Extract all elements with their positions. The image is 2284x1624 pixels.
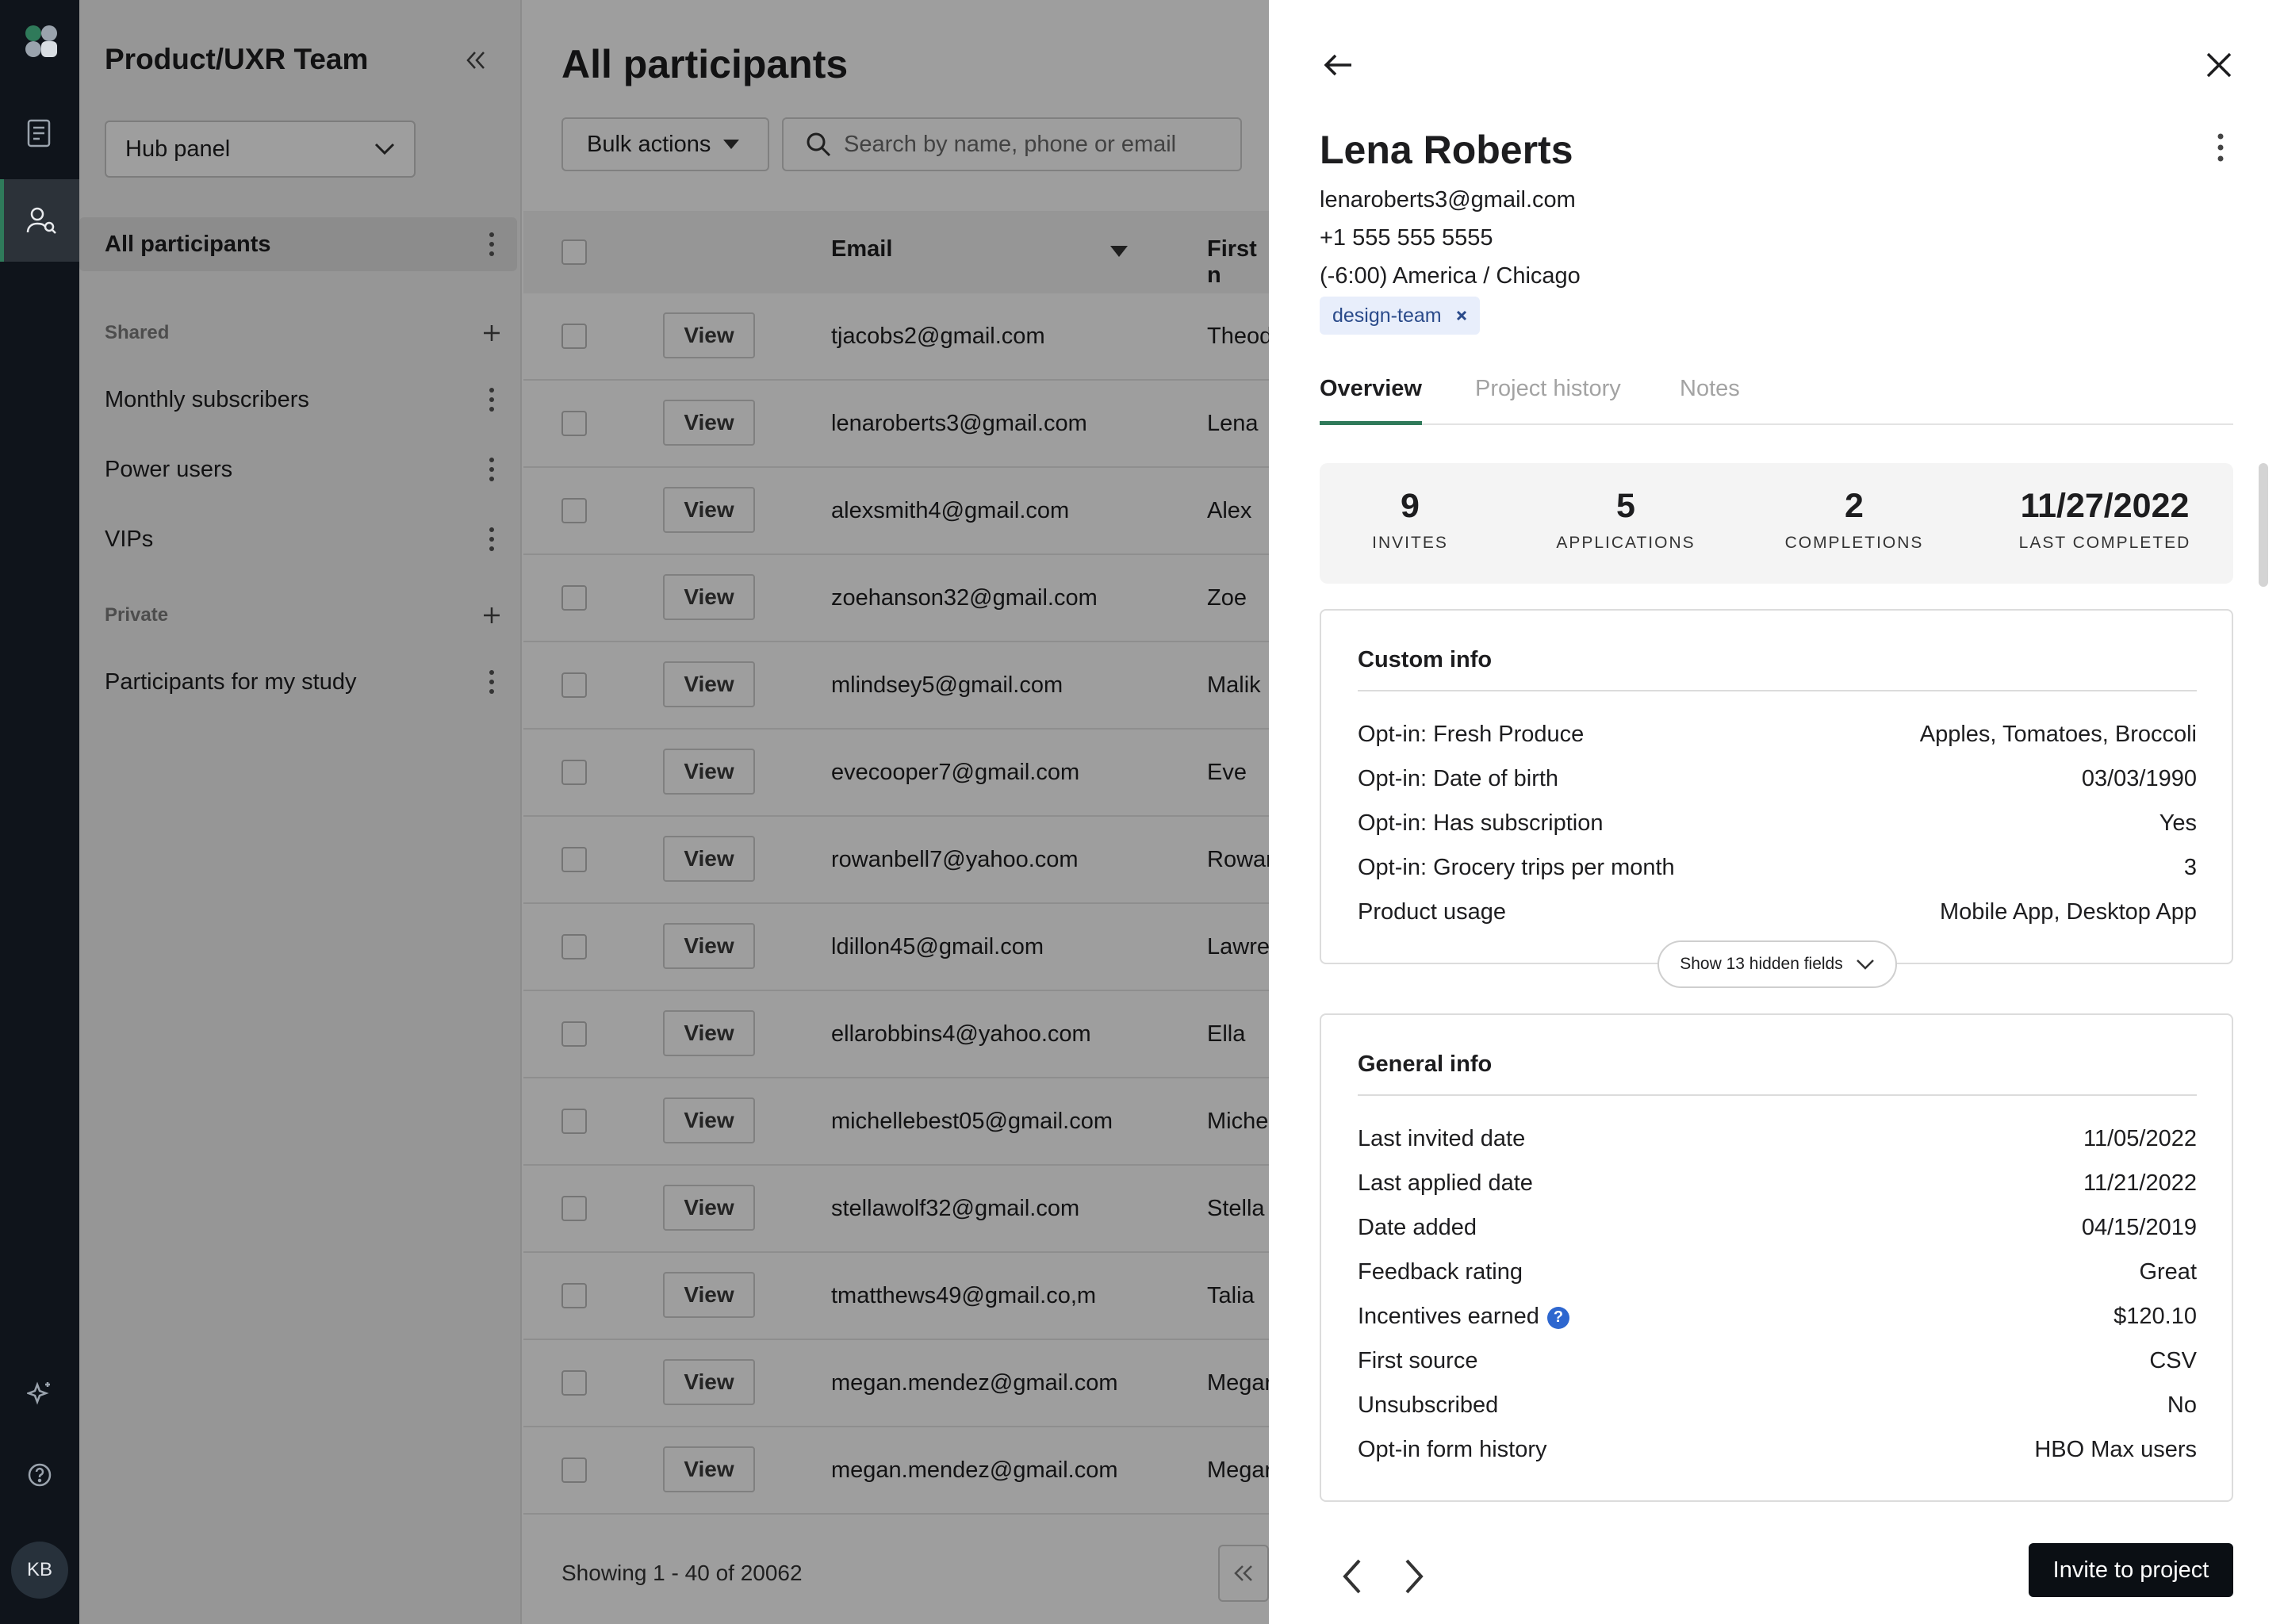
drawer-tabs: Overview Project history Notes (1320, 376, 2233, 425)
stat-applications: 5 APPLICATIONS (1539, 487, 1713, 553)
stat-last-completed: 11/27/2022 LAST COMPLETED (2002, 487, 2208, 553)
tab-project-history[interactable]: Project history (1475, 376, 1621, 425)
field-value: 3 (2183, 855, 2197, 880)
participants-search-icon (26, 207, 56, 234)
tag-label: design-team (1332, 304, 1442, 327)
field-value: HBO Max users (2034, 1437, 2197, 1462)
stat-label: APPLICATIONS (1556, 534, 1696, 552)
field-label: Opt-in: Date of birth (1358, 766, 1559, 791)
rail-item-help[interactable] (0, 1434, 79, 1516)
modal-backdrop[interactable] (79, 0, 1269, 1624)
field-value: 03/03/1990 (2081, 766, 2197, 791)
rail-item-ai[interactable] (0, 1351, 79, 1434)
next-participant-icon[interactable] (1399, 1553, 1431, 1600)
field-label: Feedback rating (1358, 1259, 1523, 1285)
back-arrow-icon[interactable] (1320, 46, 1358, 84)
document-icon (27, 119, 51, 147)
chevron-down-icon (1856, 959, 1874, 970)
general-info-card: General info Last invited date 11/05/2022… (1320, 1013, 2233, 1502)
info-field-row: Opt-in: Grocery trips per month 3 (1358, 855, 2197, 881)
custom-info-card: Custom info Opt-in: Fresh Produce Apples,… (1320, 609, 2233, 964)
stat-label: INVITES (1372, 534, 1448, 552)
divider (1358, 1094, 2197, 1096)
field-value: Yes (2159, 810, 2197, 836)
info-field-row: Unsubscribed No (1358, 1392, 2197, 1419)
field-label: Opt-in: Grocery trips per month (1358, 855, 1675, 880)
participant-timezone: (-6:00) America / Chicago (1320, 263, 1581, 289)
show-hidden-fields-label: Show 13 hidden fields (1680, 955, 1843, 973)
tab-overview[interactable]: Overview (1320, 376, 1422, 425)
info-field-row: First source CSV (1358, 1348, 2197, 1374)
field-value: Great (2139, 1259, 2197, 1285)
field-label: Opt-in: Has subscription (1358, 810, 1604, 836)
info-field-row: Opt-in: Date of birth 03/03/1990 (1358, 766, 2197, 792)
field-value: 04/15/2019 (2081, 1215, 2197, 1240)
stat-value: 5 (1616, 487, 1635, 525)
app-rail: KB (0, 0, 79, 1624)
drawer-scrollbar[interactable] (2259, 463, 2268, 587)
user-avatar[interactable]: KB (11, 1542, 68, 1599)
more-options-icon[interactable] (2205, 130, 2236, 165)
rail-item-participants[interactable] (0, 179, 79, 262)
stat-value: 9 (1401, 487, 1420, 525)
divider (1358, 690, 2197, 691)
tab-notes[interactable]: Notes (1680, 376, 1740, 425)
tag-chip: design-team (1320, 297, 1480, 335)
card-title: Custom info (1358, 647, 1493, 672)
field-value: CSV (2149, 1348, 2197, 1373)
help-icon[interactable]: ? (1546, 1306, 1569, 1329)
field-label: Date added (1358, 1215, 1477, 1240)
field-value: $120.10 (2113, 1304, 2197, 1329)
stats-summary: 9 INVITES 5 APPLICATIONS 2 COMPLETIONS 1… (1320, 463, 2233, 584)
stat-value: 2 (1845, 487, 1864, 525)
app-logo[interactable] (22, 22, 60, 60)
participant-email: lenaroberts3@gmail.com (1320, 187, 1576, 213)
stat-invites: 9 INVITES (1362, 487, 1458, 553)
help-icon (28, 1463, 52, 1487)
field-label: Product usage (1358, 899, 1507, 925)
participant-drawer: Lena Roberts lenaroberts3@gmail.com +1 5… (1269, 0, 2284, 1624)
info-field-row: Opt-in: Fresh Produce Apples, Tomatoes, B… (1358, 722, 2197, 748)
field-value: Apples, Tomatoes, Broccoli (1919, 722, 2197, 747)
info-field-row: Opt-in form history HBO Max users (1358, 1437, 2197, 1463)
field-value: Mobile App, Desktop App (1939, 899, 2197, 925)
field-value: 11/21/2022 (2083, 1170, 2197, 1196)
field-label: Opt-in form history (1358, 1437, 1547, 1462)
info-field-row: Last invited date 11/05/2022 (1358, 1126, 2197, 1152)
card-title: General info (1358, 1051, 1493, 1077)
drawer-footer: Invite to project (1269, 1513, 2284, 1624)
field-label: Incentives earned? (1358, 1304, 1569, 1330)
rail-item-projects[interactable] (0, 92, 79, 174)
info-field-row: Last applied date 11/21/2022 (1358, 1170, 2197, 1197)
info-field-row: Incentives earned? $120.10 (1358, 1304, 2197, 1330)
stat-completions: 2 COMPLETIONS (1767, 487, 1941, 553)
remove-tag-icon[interactable] (1456, 310, 1467, 321)
info-field-row: Product usage Mobile App, Desktop App (1358, 899, 2197, 925)
info-field-row: Opt-in: Has subscription Yes (1358, 810, 2197, 837)
stat-label: LAST COMPLETED (2018, 534, 2191, 552)
stat-value: 11/27/2022 (2020, 487, 2190, 525)
close-icon[interactable] (2200, 46, 2238, 84)
field-label: First source (1358, 1348, 1478, 1373)
participant-name: Lena Roberts (1320, 128, 1573, 172)
sparkle-icon (27, 1381, 50, 1405)
field-value: No (2167, 1392, 2197, 1418)
participant-phone: +1 555 555 5555 (1320, 225, 1493, 251)
stat-label: COMPLETIONS (1784, 534, 1924, 552)
info-field-row: Date added 04/15/2019 (1358, 1215, 2197, 1241)
show-hidden-fields-button[interactable]: Show 13 hidden fields (1657, 940, 1897, 988)
field-label: Opt-in: Fresh Produce (1358, 722, 1585, 747)
invite-to-project-button[interactable]: Invite to project (2029, 1543, 2233, 1597)
previous-participant-icon[interactable] (1336, 1553, 1367, 1600)
field-label: Last invited date (1358, 1126, 1526, 1151)
field-value: 11/05/2022 (2083, 1126, 2197, 1151)
info-field-row: Feedback rating Great (1358, 1259, 2197, 1285)
field-label: Last applied date (1358, 1170, 1533, 1196)
field-label: Unsubscribed (1358, 1392, 1499, 1418)
